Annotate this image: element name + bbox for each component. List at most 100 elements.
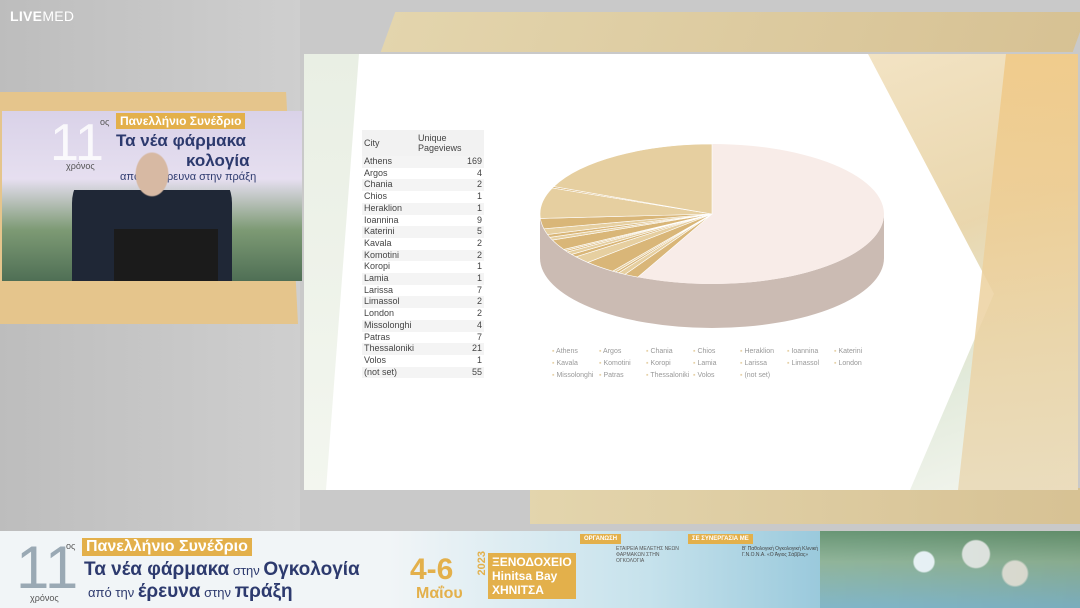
- legend-item: Volos: [693, 372, 740, 379]
- slide-frame-top-decoration: [380, 12, 1080, 52]
- city-cell: Missolonghi: [362, 319, 417, 332]
- legend-item: Lamia: [693, 360, 740, 367]
- legend-item: Komotini: [599, 360, 646, 367]
- chart-legend: AthensArgosChaniaChiosHeraklionIoanninaK…: [552, 348, 882, 379]
- legend-item: (not set): [740, 372, 787, 379]
- footer-hotel: ΞΕΝΟΔΟΧΕΙΟ Hinitsa Bay ΧΗΝΙΤΣΑ: [488, 553, 576, 599]
- pageviews-cell: 1: [477, 354, 483, 365]
- table-row: Chios 1: [362, 191, 484, 203]
- pageviews-cell: 2: [477, 237, 483, 248]
- table-row: Koropi 1: [362, 261, 484, 273]
- footer-cooperation-text: Β' Παθολογική Ογκολογική Κλινική Γ.Ν.Ο.Ν…: [742, 546, 818, 558]
- speaker-video-feed: 11 ος χρόνος Πανελλήνιο Συνέδριο Τα νέα …: [2, 111, 302, 281]
- city-cell: Larissa: [364, 284, 394, 295]
- footer-village-photo: [820, 531, 1080, 608]
- footer-cooperation-label: ΣΕ ΣΥΝΕΡΓΑΣΙΑ ΜΕ: [688, 534, 753, 544]
- table-row: Argos 4: [362, 168, 484, 180]
- table-row: Patras 7: [362, 332, 484, 344]
- legend-item: Missolonghi: [552, 372, 599, 379]
- pageviews-cell: 4: [477, 167, 483, 178]
- legend-item: London: [834, 360, 881, 367]
- pageviews-cell: 7: [477, 331, 483, 342]
- city-cell: Katerini: [362, 226, 417, 238]
- camera-ordinal: ος: [100, 117, 110, 127]
- presentation-slide: City Unique Pageviews Athens 169 Argos 4 Cha…: [304, 54, 1078, 490]
- footer-organizer-text: ΕΤΑΙΡΕΙΑ ΜΕΛΕΤΗΣ ΝΕΩΝ ΦΑΡΜΑΚΩΝ ΣΤΗΝ ΟΓΚΟ…: [616, 546, 679, 564]
- table-row: Heraklion 1: [362, 202, 485, 215]
- city-cell: Argos: [364, 167, 388, 178]
- camera-title-line1: Τα νέα φάρμακα: [116, 131, 246, 150]
- legend-item: Chios: [693, 348, 740, 355]
- legend-item: Thessaloniki: [646, 372, 693, 379]
- footer-month: Μαΐου: [416, 585, 463, 602]
- conference-banner: 11 ος χρόνος Πανελλήνιο Συνέδριο Τα νέα …: [0, 531, 1080, 608]
- slide-frame-bottom-decoration: [530, 488, 1080, 524]
- table-row: Ioannina 9: [362, 215, 484, 227]
- legend-item: Argos: [599, 348, 646, 355]
- city-pageviews-table: City Unique Pageviews Athens 169 Argos 4 Cha…: [362, 130, 485, 379]
- pageviews-cell: 2: [416, 296, 485, 309]
- city-cell: Patras: [364, 331, 391, 342]
- legend-item: Koropi: [646, 360, 693, 367]
- table-row: (not set) 55: [362, 366, 485, 379]
- legend-item: Katerini: [834, 348, 881, 355]
- footer-organizer-label: ΟΡΓΑΝΩΣΗ: [580, 534, 622, 544]
- pageviews-cell: 2: [477, 308, 483, 319]
- city-cell: Lamia: [362, 273, 417, 285]
- legend-item: Kavala: [552, 360, 599, 367]
- pageviews-cell: 1: [416, 273, 485, 285]
- legend-item: Athens: [552, 348, 599, 355]
- city-cell: Athens: [362, 156, 417, 168]
- footer-years: χρόνος: [30, 593, 59, 603]
- pageviews-cell: 1: [477, 191, 483, 202]
- city-cell: London: [364, 308, 395, 319]
- pageviews-cell: 2: [416, 249, 485, 262]
- pageviews-cell: 55: [416, 366, 485, 379]
- livemed-logo: LIVEMED: [10, 8, 75, 24]
- pageviews-cell: 9: [477, 214, 483, 225]
- city-cell: Thessaloniki: [362, 343, 417, 355]
- pageviews-cell: 5: [416, 226, 485, 238]
- city-cell: Chania: [362, 179, 417, 192]
- pageviews-cell: 21: [416, 343, 485, 355]
- legend-item: Limassol: [787, 360, 834, 367]
- footer-year: 2023: [476, 551, 488, 576]
- legend-item: Chania: [646, 348, 693, 355]
- legend-item: Ioannina: [787, 348, 834, 355]
- table-header-pageviews: Unique Pageviews: [416, 130, 485, 156]
- slide-left-decoration: [304, 54, 359, 490]
- pageviews-pie-chart: [540, 143, 884, 328]
- table-row: Chania 2: [362, 179, 485, 192]
- table-header-city: City: [362, 130, 417, 156]
- table-row: Kavala 2: [362, 238, 484, 250]
- city-cell: Koropi: [364, 261, 391, 272]
- city-cell: Komotini: [362, 249, 417, 262]
- table-row: Volos 1: [362, 355, 484, 367]
- pageviews-cell: 1: [416, 202, 485, 215]
- footer-conference-badge: Πανελλήνιο Συνέδριο: [82, 538, 252, 556]
- footer-title-line1: Τα νέα φάρμακα στην Ογκολογία: [84, 559, 360, 580]
- table-row: Thessaloniki 21: [362, 343, 485, 355]
- pageviews-cell: 1: [477, 261, 483, 272]
- city-cell: Ioannina: [364, 214, 399, 225]
- table-row: Larissa 7: [362, 285, 484, 297]
- camera-conference-badge: Πανελλήνιο Συνέδριο: [116, 113, 246, 129]
- pageviews-cell: 7: [477, 284, 483, 295]
- city-cell: (not set): [362, 366, 417, 379]
- speaker-laptop: [114, 229, 218, 281]
- city-cell: Volos: [364, 354, 387, 365]
- table-row: Katerini 5: [362, 226, 485, 238]
- city-cell: Limassol: [362, 296, 417, 309]
- city-cell: Chios: [364, 191, 388, 202]
- footer-ordinal: ος: [66, 541, 76, 551]
- table-row: Komotini 2: [362, 249, 485, 262]
- city-cell: Heraklion: [362, 202, 417, 215]
- footer-title-line2: από την έρευνα στην πράξη: [88, 581, 293, 602]
- pageviews-cell: 2: [416, 179, 485, 192]
- legend-item: Heraklion: [740, 348, 787, 355]
- legend-item: Patras: [599, 372, 646, 379]
- legend-item: Larissa: [740, 360, 787, 367]
- pageviews-cell: 4: [416, 319, 485, 332]
- table-row: Athens 169: [362, 156, 485, 168]
- table-row: Lamia 1: [362, 273, 485, 285]
